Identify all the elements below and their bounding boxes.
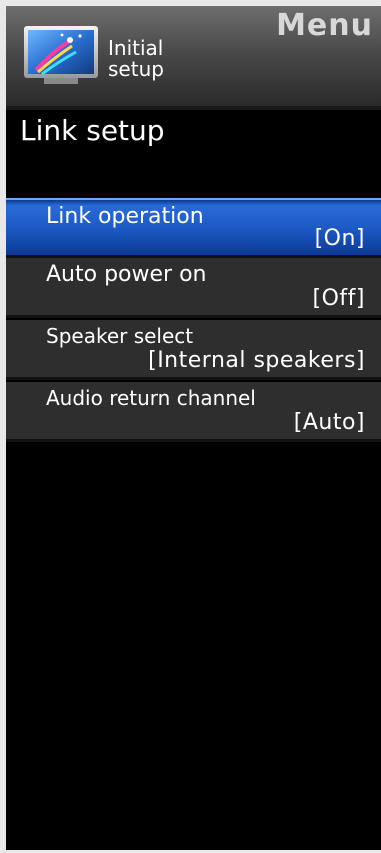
menu-title: Menu (276, 8, 373, 43)
menu-item-auto-power-on[interactable]: Auto power on [Off] (6, 258, 381, 318)
menu-item-label: Speaker select (46, 324, 194, 348)
initial-setup-wand-icon (22, 24, 100, 88)
page-title: Link setup (20, 114, 165, 147)
menu-item-audio-return-channel[interactable]: Audio return channel [Auto] (6, 382, 381, 442)
menu-item-value: [Off] (312, 286, 365, 311)
section-label-line1: Initial (108, 36, 164, 60)
menu-item-label: Auto power on (46, 262, 207, 287)
menu-item-label: Link operation (46, 204, 204, 229)
menu-item-label: Audio return channel (46, 386, 256, 410)
section-label-line2: setup (108, 57, 164, 81)
menu-item-link-operation[interactable]: Link operation [On] (6, 198, 381, 258)
section-label: Initial setup (108, 38, 164, 80)
menu-item-value: [Auto] (293, 410, 365, 435)
menu-item-speaker-select[interactable]: Speaker select [Internal speakers] (6, 320, 381, 380)
header-divider (6, 106, 381, 110)
tv-menu-screen: Initial setup Menu Link setup Link opera… (6, 6, 381, 850)
menu-item-value: [Internal speakers] (148, 348, 365, 373)
menu-item-value: [On] (314, 226, 365, 251)
menu-header: Initial setup Menu (6, 6, 381, 106)
